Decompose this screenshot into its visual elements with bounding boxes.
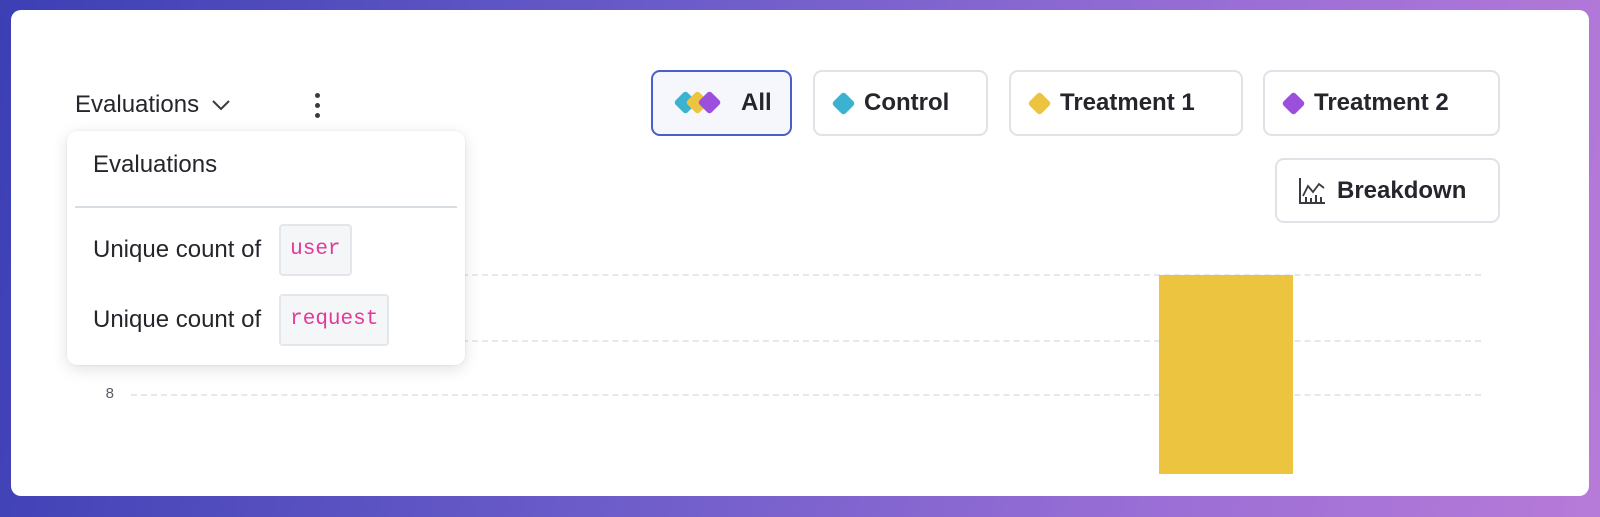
filter-control-button[interactable]: Control: [813, 70, 988, 136]
metric-dropdown[interactable]: Evaluations: [75, 88, 231, 122]
all-variants-icon: [673, 86, 729, 120]
menu-item-label: Unique count of: [93, 236, 262, 263]
chevron-down-icon: [212, 100, 230, 111]
menu-divider: [75, 206, 457, 208]
menu-title: Evaluations: [93, 151, 218, 178]
filter-control-label: Control: [864, 89, 950, 116]
menu-item-label: Unique count of: [93, 306, 262, 333]
more-options-icon[interactable]: [305, 88, 329, 122]
filter-treatment-1-button[interactable]: Treatment 1: [1009, 70, 1243, 136]
filter-all-button[interactable]: All: [651, 70, 792, 136]
menu-item-unique-request[interactable]: Unique count of request: [93, 294, 390, 346]
treatment-2-diamond-icon: [1281, 90, 1306, 116]
control-diamond-icon: [831, 90, 856, 116]
filter-treatment-2-button[interactable]: Treatment 2: [1263, 70, 1500, 136]
menu-item-unique-user[interactable]: Unique count of user: [93, 224, 352, 276]
menu-item-code: request: [279, 294, 390, 346]
breakdown-label: Breakdown: [1337, 176, 1467, 204]
treatment-1-diamond-icon: [1027, 90, 1052, 116]
menu-item-code: user: [279, 224, 352, 276]
filter-treatment-1-label: Treatment 1: [1060, 89, 1195, 116]
filter-treatment-2-label: Treatment 2: [1314, 89, 1449, 116]
bar-chart-icon: [1299, 177, 1325, 204]
chart-card: Evaluations All Control Treatment 1 Trea…: [11, 10, 1589, 496]
metric-dropdown-menu: Evaluations Unique count of user Unique …: [67, 131, 465, 365]
metric-dropdown-label: Evaluations: [75, 91, 200, 118]
filter-all-label: All: [741, 89, 772, 116]
breakdown-button[interactable]: Breakdown: [1275, 158, 1500, 223]
treatment-1-bar: [1159, 275, 1293, 474]
y-tick-label: 8: [105, 385, 114, 402]
